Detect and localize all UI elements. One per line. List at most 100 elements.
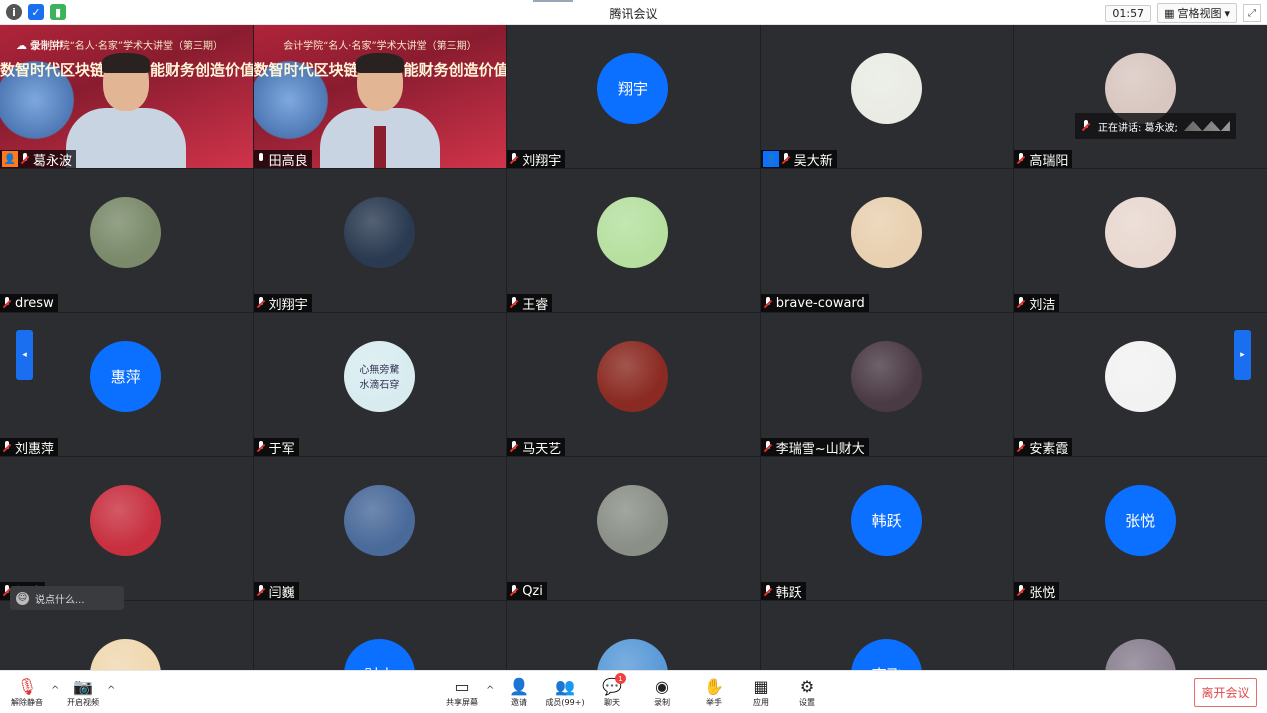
user-icon: 👤 (762, 151, 779, 167)
mic-muted-icon (1081, 120, 1092, 132)
participant-tile[interactable] (1014, 601, 1267, 674)
video-feed: 会计学院“名人·名家”学术大讲堂（第三期）数智时代区块链赋能智能财务创造价值 (253, 25, 507, 168)
record-button[interactable]: ◉ 录制 (640, 677, 684, 708)
participant-name-bar: 闫巍 (253, 582, 299, 601)
quick-chat-input[interactable]: ☺ 说点什么... (10, 586, 124, 610)
chat-unread-badge: 1 (615, 673, 626, 684)
participant-name: 闫巍 (268, 585, 295, 601)
avatar (343, 484, 415, 556)
participant-name: 高瑞阳 (1029, 153, 1069, 169)
titlebar-controls: 01:57 ▦ 宫格视图 ▾ ⤢ (1105, 3, 1261, 23)
participant-tile[interactable]: 安素霞 (1014, 313, 1267, 456)
participant-tile[interactable]: 李飞 (760, 601, 1014, 674)
participant-name: Qzi (522, 583, 543, 599)
participant-tile[interactable]: 财大 (253, 601, 507, 674)
share-options-caret[interactable]: ^ (486, 685, 494, 696)
mic-muted-icon (2, 441, 13, 453)
mic-muted-icon (509, 297, 520, 309)
mic-muted-icon (763, 585, 774, 597)
grid-view-label: 宫格视图 (1177, 7, 1222, 20)
participant-name: dresw (15, 295, 54, 311)
participant-tile[interactable]: 刘翔宇 (253, 169, 507, 313)
mic-muted-icon (256, 585, 267, 597)
settings-button[interactable]: ⚙ 设置 (785, 677, 829, 708)
participant-tile[interactable]: 王睿 (507, 169, 760, 312)
avatar: 财大 (343, 639, 415, 674)
participant-name-bar: 刘翔宇 (253, 294, 312, 313)
unmute-label: 解除静音 (11, 698, 43, 707)
fullscreen-icon[interactable]: ⤢ (1243, 4, 1261, 22)
participant-name: 田高良 (268, 153, 308, 169)
emoji-icon[interactable]: ☺ (16, 591, 29, 605)
participant-tile[interactable]: Qzi (507, 457, 760, 600)
user-icon: 👤 (2, 151, 18, 167)
participant-tile[interactable] (0, 601, 253, 674)
participant-name-bar: 刘洁 (1014, 294, 1060, 312)
participant-tile[interactable]: 李瑞雪~山财大 (760, 313, 1014, 456)
apps-button[interactable]: ▦ 应用 (739, 677, 783, 708)
share-screen-label: 共享屏幕 (446, 698, 478, 707)
members-icon: 👥 (555, 677, 575, 696)
participant-tile[interactable]: 刘洁 (1014, 169, 1267, 312)
participant-tile[interactable]: dresw (0, 169, 253, 312)
mic-muted-icon (781, 153, 792, 165)
participant-tile[interactable] (507, 601, 760, 674)
recording-indicator: ☁ 录制中 (16, 37, 63, 53)
participant-tile[interactable]: 翔宇 刘翔宇 (507, 25, 760, 168)
mic-muted-icon (763, 297, 774, 309)
chevron-down-icon: ▾ (1224, 6, 1230, 20)
participant-name-bar: 王睿 (507, 294, 553, 313)
participant-tile[interactable]: 高瑞阳 (1014, 25, 1267, 168)
speaking-indicator: 正在讲话: 葛永波; (1075, 113, 1236, 139)
invite-button[interactable]: 👤 邀请 (497, 677, 541, 708)
recording-label: 录制中 (30, 39, 63, 52)
participant-name: 刘翔宇 (522, 153, 562, 169)
gear-icon: ⚙ (799, 677, 815, 696)
participant-tile[interactable]: 韩跃 韩跃 (760, 457, 1014, 601)
raise-hand-button[interactable]: ✋ 举手 (692, 677, 736, 708)
members-button[interactable]: 👥 成员(99+) (543, 677, 587, 708)
mic-muted-icon (20, 153, 31, 165)
participant-name: 韩跃 (775, 585, 802, 601)
audio-options-caret[interactable]: ^ (51, 685, 59, 696)
mic-muted-icon (2, 297, 13, 309)
video-options-caret[interactable]: ^ (107, 685, 115, 696)
participant-name-bar: Qzi (507, 582, 547, 600)
chevron-left-icon: ◂ (22, 350, 27, 360)
participant-tile[interactable]: 惠萍 刘惠萍 (0, 313, 253, 456)
participant-name-bar: 高瑞阳 (1014, 150, 1073, 169)
grid-view-dropdown[interactable]: ▦ 宫格视图 ▾ (1157, 3, 1237, 23)
participant-name-bar: dresw (0, 294, 58, 312)
participant-tile[interactable]: 闫巍 (253, 457, 507, 601)
avatar (1104, 196, 1176, 268)
participant-name: 刘翔宇 (268, 297, 308, 313)
avatar (851, 196, 923, 268)
participant-tile[interactable]: 会计学院“名人·名家”学术大讲堂（第三期）数智时代区块链赋能智能财务创造价值田高… (253, 25, 507, 169)
avatar (343, 196, 415, 268)
leave-meeting-button[interactable]: 离开会议 (1194, 678, 1257, 707)
participant-name: 吴大新 (793, 153, 833, 169)
share-screen-icon: ▭ (454, 677, 470, 696)
participant-tile[interactable]: 👤 吴大新 (760, 25, 1014, 169)
share-screen-button[interactable]: ▭ 共享屏幕 (440, 677, 484, 708)
participant-name: 王睿 (522, 297, 549, 313)
participant-tile[interactable]: 会计学院“名人·名家”学术大讲堂（第三期）数智时代区块链赋能智能财务创造价值☁录… (0, 25, 253, 168)
unmute-button[interactable]: 🎙 解除静音 (5, 677, 49, 708)
participant-tile[interactable]: 纪端 (0, 457, 253, 600)
tencent-meeting-logo-icon (1183, 121, 1230, 131)
next-page-button[interactable]: ▸ (1234, 330, 1251, 380)
mic-muted-icon (509, 153, 520, 165)
participant-tile[interactable]: 马天艺 (507, 313, 760, 456)
participant-name-bar: 张悦 (1014, 582, 1060, 600)
participant-name-bar: 马天艺 (507, 438, 566, 456)
invite-label: 邀请 (511, 698, 527, 707)
participant-tile[interactable]: 张悦 张悦 (1014, 457, 1267, 600)
start-video-button[interactable]: 📷 开启视频 (61, 677, 105, 708)
participant-tile[interactable]: brave-coward (760, 169, 1014, 312)
participant-tile[interactable]: 心無旁騖 水滴石穿 于军 (253, 313, 507, 456)
prev-page-button[interactable]: ◂ (16, 330, 33, 380)
chat-button[interactable]: 💬 1 聊天 (590, 673, 634, 708)
meeting-timer: 01:57 (1105, 4, 1152, 22)
mic-muted-icon (509, 585, 520, 597)
avatar (90, 196, 162, 268)
